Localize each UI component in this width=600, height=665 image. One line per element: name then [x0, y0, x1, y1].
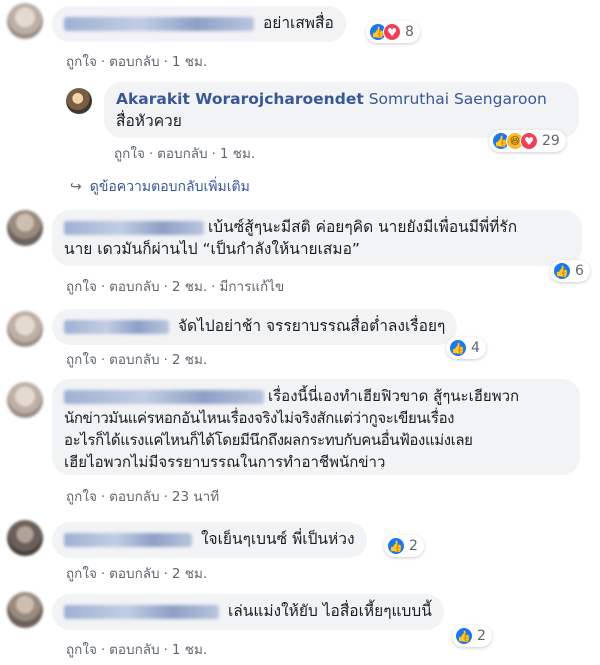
- comment-text-line: นักข่าวมันแค่รหอกอันไหนเรื่องจริงไม่จริง…: [64, 409, 455, 427]
- comment-actions: ถูกใจ · ตอบกลับ · 2 ชม.: [66, 566, 208, 582]
- view-more-replies-label: ดูข้อความตอบกลับเพิ่มเติม: [89, 179, 250, 195]
- comment-actions: ถูกใจ · ตอบกลับ · 1 ชม.: [114, 146, 256, 162]
- comment-actions: ถูกใจ · ตอบกลับ · 1 ชม.: [66, 54, 208, 70]
- like-icon: 👍: [553, 262, 571, 280]
- love-icon: ♥: [520, 132, 538, 150]
- comment-text: เล่นแม่งให้ยับ ไอสื่อเหี้ยๆแบบนี้: [227, 602, 432, 620]
- like-link[interactable]: ถูกใจ: [66, 489, 97, 505]
- avatar[interactable]: [7, 3, 43, 39]
- comment-text: อย่าเสพสื่อ: [262, 14, 334, 32]
- reaction-summary[interactable]: 👍 6: [550, 260, 590, 282]
- reaction-summary[interactable]: 👍 2: [452, 625, 492, 647]
- reply-link[interactable]: ตอบกลับ: [109, 642, 159, 658]
- comment-actions: ถูกใจ · ตอบกลับ · 2 ชม. · มีการแก้ไข: [66, 279, 285, 295]
- reply-author[interactable]: Akarakit Worarojcharoendet: [116, 90, 364, 108]
- comment-bubble: เบ้นซ์สู้ๆนะมีสติ ค่อยๆคิด นายยังมีเพื่อ…: [52, 210, 582, 266]
- avatar[interactable]: [7, 592, 43, 628]
- comment-text: จัดไปอย่าช้า จรรยาบรรณสื่อต่ำลงเรื่อยๆ: [177, 317, 446, 335]
- avatar[interactable]: [7, 311, 43, 347]
- comment-text: ใจเย็นๆเบนซ์ พี่เป็นห่วง: [200, 530, 355, 548]
- like-link[interactable]: ถูกใจ: [66, 352, 97, 368]
- reply-link[interactable]: ตอบกลับ: [109, 566, 159, 582]
- timestamp[interactable]: 1 ชม.: [172, 642, 207, 658]
- comment-bubble: ใจเย็นๆเบนซ์ พี่เป็นห่วง: [52, 522, 367, 558]
- reaction-summary[interactable]: 👍 4: [446, 337, 486, 359]
- reply-link[interactable]: ตอบกลับ: [109, 54, 159, 70]
- like-link[interactable]: ถูกใจ: [66, 54, 97, 70]
- commenter-name-blurred[interactable]: [64, 532, 192, 547]
- reaction-summary[interactable]: 👍 2: [384, 535, 424, 557]
- timestamp[interactable]: 2 ชม.: [172, 566, 207, 582]
- avatar[interactable]: [7, 210, 43, 246]
- avatar[interactable]: [7, 382, 43, 418]
- commenter-name-blurred[interactable]: [64, 16, 254, 31]
- comment-text-line: เบ้นซ์สู้ๆนะมีสติ ค่อยๆคิด นายยังมีเพื่อ…: [208, 218, 518, 236]
- avatar[interactable]: [66, 88, 92, 114]
- comment-actions: ถูกใจ · ตอบกลับ · 1 ชม.: [66, 642, 208, 658]
- comment-text-line: อะไรก็ได้แรงแค่ไหนก็ได้โดยมีนึกถึงผลกระท…: [64, 431, 473, 449]
- timestamp[interactable]: 23 นาที: [172, 489, 219, 505]
- love-icon: ♥: [383, 23, 401, 41]
- avatar[interactable]: [7, 520, 43, 556]
- like-icon: 👍: [449, 339, 467, 357]
- comment-text-line: เรื่องนี้นี่เองทำเฮียฟิวขาด สู้ๆนะเฮียพว…: [268, 387, 520, 405]
- like-icon: 👍: [387, 537, 405, 555]
- timestamp[interactable]: 1 ชม.: [172, 54, 207, 70]
- view-more-replies-link[interactable]: ↪ ดูข้อความตอบกลับเพิ่มเติม: [70, 176, 250, 198]
- like-icon: 👍: [455, 627, 473, 645]
- reaction-summary[interactable]: 👍 😆 ♥ 29: [489, 130, 566, 152]
- like-link[interactable]: ถูกใจ: [66, 279, 97, 295]
- reaction-count: 4: [471, 340, 480, 356]
- comment-actions: ถูกใจ · ตอบกลับ · 23 นาที: [66, 489, 220, 505]
- comment-bubble: จัดไปอย่าช้า จรรยาบรรณสื่อต่ำลงเรื่อยๆ: [52, 309, 458, 345]
- reply-link[interactable]: ตอบกลับ: [109, 352, 159, 368]
- timestamp[interactable]: 1 ชม.: [220, 146, 255, 162]
- reaction-count: 8: [405, 24, 414, 40]
- like-link[interactable]: ถูกใจ: [66, 642, 97, 658]
- reaction-count: 6: [575, 263, 584, 279]
- reaction-count: 29: [542, 133, 560, 149]
- reaction-count: 2: [477, 628, 486, 644]
- comment-bubble: อย่าเสพสื่อ: [52, 6, 346, 42]
- timestamp[interactable]: 2 ชม.: [172, 279, 207, 295]
- reply-link[interactable]: ตอบกลับ: [157, 146, 207, 162]
- reaction-summary[interactable]: 👍 ♥ 8: [366, 21, 420, 43]
- reply-link[interactable]: ตอบกลับ: [109, 279, 159, 295]
- commenter-name-blurred[interactable]: [64, 220, 204, 235]
- reply-arrow-icon: ↪: [70, 179, 82, 195]
- like-link[interactable]: ถูกใจ: [66, 566, 97, 582]
- commenter-name-blurred[interactable]: [64, 319, 169, 334]
- reply-text: สื่อหัวควย: [116, 112, 182, 130]
- commenter-name-blurred[interactable]: [64, 389, 264, 404]
- reaction-count: 2: [409, 538, 418, 554]
- like-link[interactable]: ถูกใจ: [114, 146, 145, 162]
- comment-actions: ถูกใจ · ตอบกลับ · 2 ชม.: [66, 352, 208, 368]
- comment-text-line: เฮียไอพวกไม่มีจรรยาบรรณในการทำอาชีพนักข่…: [64, 453, 386, 471]
- reply-link[interactable]: ตอบกลับ: [109, 489, 159, 505]
- comment-bubble: เรื่องนี้นี่เองทำเฮียฟิวขาด สู้ๆนะเฮียพว…: [52, 379, 580, 475]
- comment-bubble: เล่นแม่งให้ยับ ไอสื่อเหี้ยๆแบบนี้: [52, 594, 444, 630]
- comment-text-line: นาย เดวมันก็ผ่านไป “เป็นกำลังให้นายเสมอ”: [64, 240, 360, 258]
- commenter-name-blurred[interactable]: [64, 604, 219, 619]
- edited-label[interactable]: มีการแก้ไข: [219, 279, 284, 295]
- tagged-user[interactable]: Somruthai Saengaroon: [369, 90, 547, 108]
- timestamp[interactable]: 2 ชม.: [172, 352, 207, 368]
